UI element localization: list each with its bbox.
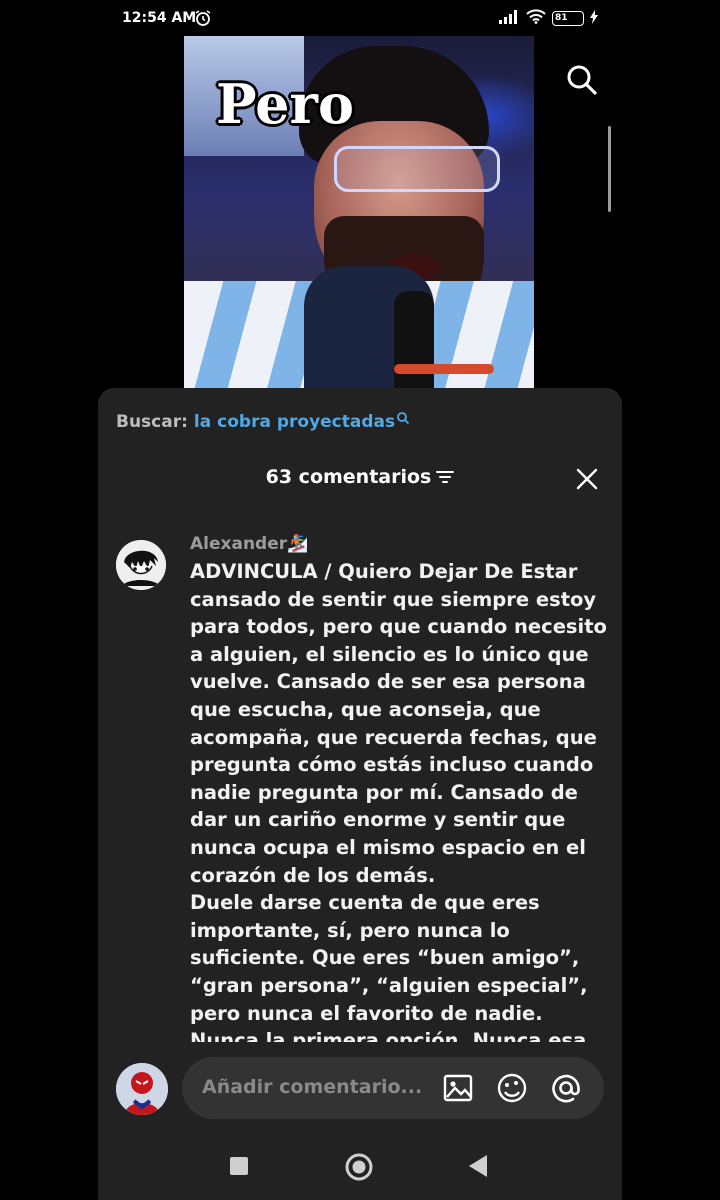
- charging-icon: [590, 9, 598, 28]
- comments-panel: Buscar: la cobra proyectadas 63 comentari…: [98, 388, 622, 1200]
- comments-count: 63 comentarios: [265, 466, 432, 488]
- status-time: 12:54 AM: [122, 10, 197, 26]
- system-nav-bar: [98, 1140, 622, 1200]
- comment-body: ADVINCULA / Quiero Dejar De Estar cansad…: [190, 558, 610, 1042]
- search-query-link[interactable]: la cobra proyectadas: [194, 412, 395, 432]
- comment-input[interactable]: Añadir comentario...: [182, 1057, 604, 1119]
- comment-input-row: Añadir comentario...: [98, 1052, 622, 1126]
- battery-icon: 81: [552, 11, 584, 26]
- search-label: Buscar:: [116, 412, 188, 432]
- status-bar: 12:54 AM 81: [98, 0, 622, 36]
- emoji-icon[interactable]: [496, 1072, 528, 1104]
- signal-icon: [498, 9, 520, 28]
- comments-header: 63 comentarios: [98, 466, 622, 489]
- alarm-icon: [194, 9, 212, 31]
- user-avatar[interactable]: [116, 1063, 168, 1115]
- phone-screen: 12:54 AM 81 Pero Buscar: la cobra proyec…: [98, 0, 622, 1200]
- image-icon[interactable]: [442, 1072, 474, 1104]
- search-suggestion[interactable]: Buscar: la cobra proyectadas: [116, 412, 410, 432]
- comment-text: ADVINCULA / Quiero Dejar De Estar cansad…: [190, 560, 607, 1042]
- battery-level: 81: [555, 13, 568, 23]
- status-icons: 81: [498, 9, 598, 28]
- back-icon[interactable]: [467, 1154, 489, 1182]
- filter-icon[interactable]: [436, 467, 455, 489]
- close-icon[interactable]: [576, 468, 598, 490]
- home-icon[interactable]: [344, 1152, 374, 1186]
- avatar[interactable]: [116, 540, 166, 590]
- video-caption: Pero: [216, 72, 354, 136]
- at-icon[interactable]: [550, 1072, 582, 1104]
- comment-username[interactable]: Alexander🏂: [190, 534, 308, 554]
- scrollbar[interactable]: [608, 126, 611, 212]
- comment-input-placeholder: Añadir comentario...: [202, 1076, 423, 1098]
- search-icon[interactable]: [564, 62, 600, 98]
- recents-icon[interactable]: [229, 1156, 249, 1180]
- search-small-icon: [396, 410, 410, 430]
- wifi-icon: [526, 9, 546, 28]
